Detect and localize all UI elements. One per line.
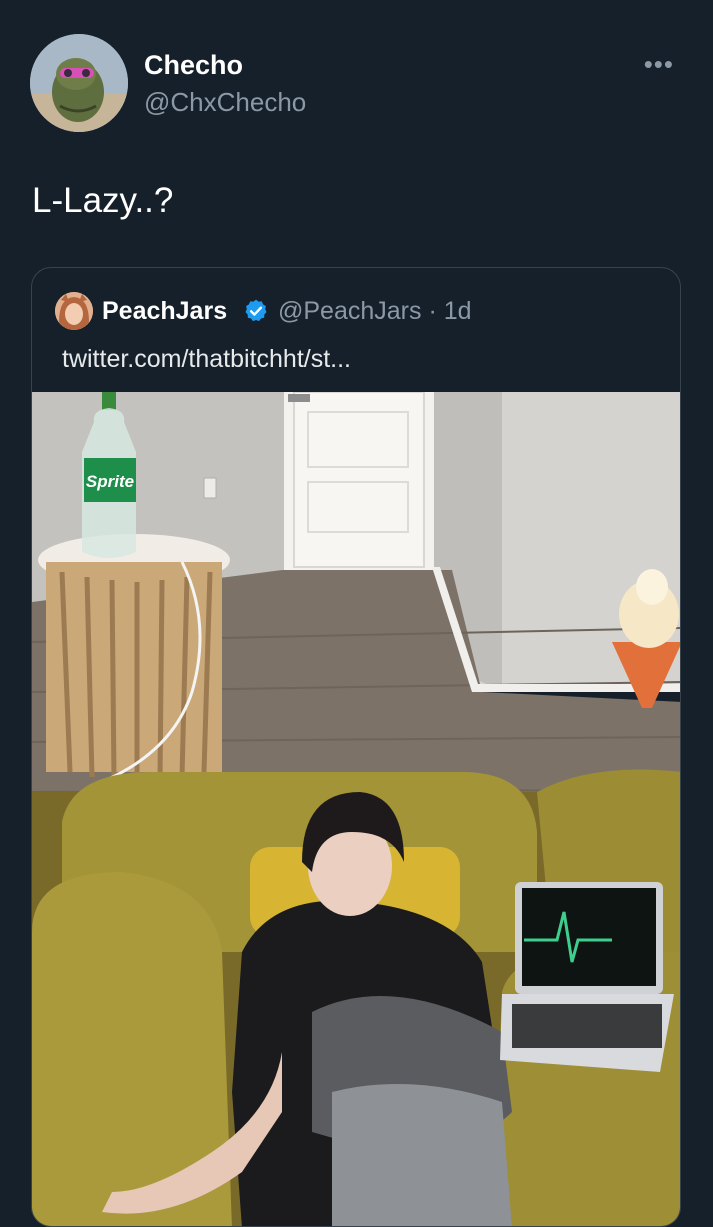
author-handle[interactable]: @ChxChecho <box>144 87 306 118</box>
quoted-tweet[interactable]: PeachJars @PeachJars · 1d twitter.com/th… <box>31 267 681 1227</box>
quoted-tweet-photo[interactable]: Sprite <box>32 392 681 1227</box>
author-display-name[interactable]: Checho <box>144 50 243 81</box>
quoted-author-avatar[interactable] <box>55 292 93 330</box>
more-horizontal-icon[interactable]: ••• <box>644 51 674 77</box>
tweet-text: L-Lazy..? <box>32 181 174 220</box>
quoted-author-display-name[interactable]: PeachJars <box>102 297 227 326</box>
quoted-tweet-link[interactable]: twitter.com/thatbitchht/st... <box>62 345 351 374</box>
tweet-header: Checho @ChxChecho ••• <box>30 34 690 134</box>
quoted-author-meta[interactable]: @PeachJars · 1d <box>278 297 472 326</box>
author-avatar[interactable] <box>30 34 128 132</box>
bottle-label: Sprite <box>86 472 134 491</box>
verified-badge-icon <box>245 299 267 322</box>
quoted-tweet-header: PeachJars @PeachJars · 1d <box>55 292 675 332</box>
